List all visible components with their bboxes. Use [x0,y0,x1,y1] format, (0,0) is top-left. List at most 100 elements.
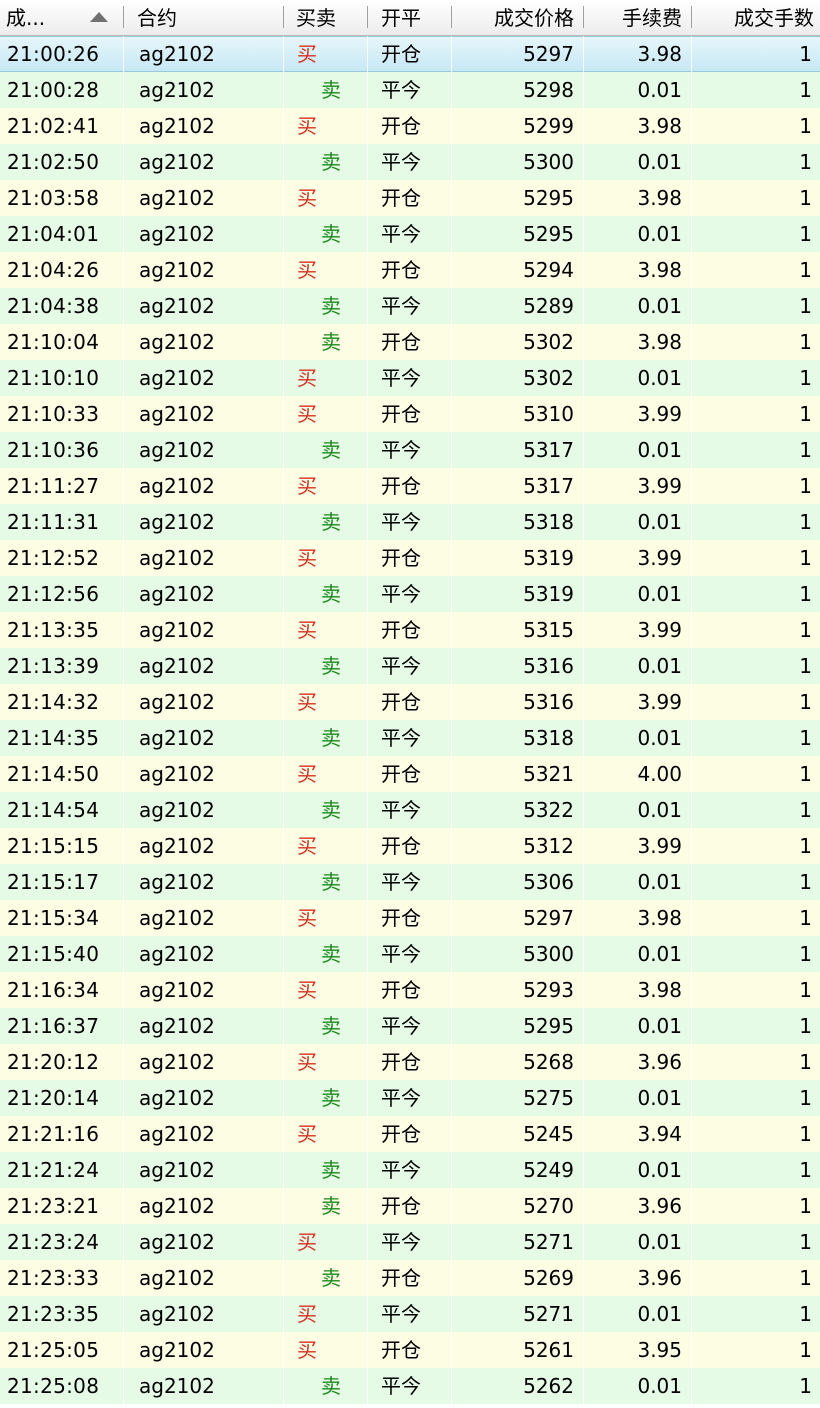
trade-records-grid: 成... 合约 买卖 开平 成交价格 手续费 成交手数 21:00:26 ag21… [0,0,820,1408]
cell-qty: 1 [799,1014,812,1038]
cell-price: 5318 [523,510,574,534]
cell-fee: 3.99 [637,402,682,426]
table-row[interactable]: 21:15:17 ag2102 卖 平今 5306 0.01 1 [0,864,820,900]
table-row[interactable]: 21:23:33 ag2102 卖 开仓 5269 3.96 1 [0,1260,820,1296]
header-price[interactable]: 成交价格 [452,0,584,35]
header-fee[interactable]: 手续费 [584,0,692,35]
table-row[interactable]: 21:15:40 ag2102 卖 平今 5300 0.01 1 [0,936,820,972]
table-row[interactable]: 21:25:05 ag2102 买 开仓 5261 3.95 1 [0,1332,820,1368]
cell-qty: 1 [799,438,812,462]
cell-price: 5300 [523,942,574,966]
cell-contract: ag2102 [139,330,215,354]
cell-qty: 1 [799,654,812,678]
table-row[interactable]: 21:21:16 ag2102 买 开仓 5245 3.94 1 [0,1116,820,1152]
cell-fee: 3.98 [637,330,682,354]
cell-contract: ag2102 [139,42,215,66]
cell-side: 买 [297,1338,317,1362]
cell-time: 21:15:40 [7,942,100,966]
table-row[interactable]: 21:04:01 ag2102 卖 平今 5295 0.01 1 [0,216,820,252]
table-row[interactable]: 21:10:04 ag2102 卖 开仓 5302 3.98 1 [0,324,820,360]
table-row[interactable]: 21:14:35 ag2102 卖 平今 5318 0.01 1 [0,720,820,756]
cell-time: 21:23:35 [7,1302,100,1326]
table-row[interactable]: 21:04:26 ag2102 买 开仓 5294 3.98 1 [0,252,820,288]
cell-contract: ag2102 [139,726,215,750]
table-row[interactable]: 21:10:36 ag2102 卖 平今 5317 0.01 1 [0,432,820,468]
table-row[interactable]: 21:04:38 ag2102 卖 平今 5289 0.01 1 [0,288,820,324]
cell-side: 卖 [321,510,341,534]
cell-side: 买 [297,618,317,642]
table-row[interactable]: 21:13:39 ag2102 卖 平今 5316 0.01 1 [0,648,820,684]
cell-price: 5289 [523,294,574,318]
cell-price: 5271 [523,1302,574,1326]
cell-fee: 3.94 [637,1122,682,1146]
table-row[interactable]: 21:00:28 ag2102 卖 平今 5298 0.01 1 [0,72,820,108]
cell-side: 卖 [321,1158,341,1182]
table-row[interactable]: 21:10:10 ag2102 买 平今 5302 0.01 1 [0,360,820,396]
table-row[interactable]: 21:00:26 ag2102 买 开仓 5297 3.98 1 [0,36,820,72]
cell-open-close: 平今 [381,1230,421,1254]
table-row[interactable]: 21:02:50 ag2102 卖 平今 5300 0.01 1 [0,144,820,180]
cell-qty: 1 [799,330,812,354]
table-row[interactable]: 21:23:21 ag2102 卖 开仓 5270 3.96 1 [0,1188,820,1224]
cell-open-close: 开仓 [381,546,421,570]
cell-price: 5299 [523,114,574,138]
cell-fee: 0.01 [637,1230,682,1254]
cell-contract: ag2102 [139,798,215,822]
table-row[interactable]: 21:16:34 ag2102 买 开仓 5293 3.98 1 [0,972,820,1008]
cell-contract: ag2102 [139,870,215,894]
cell-time: 21:10:04 [7,330,100,354]
header-qty[interactable]: 成交手数 [692,0,820,35]
cell-price: 5300 [523,150,574,174]
table-row[interactable]: 21:15:34 ag2102 买 开仓 5297 3.98 1 [0,900,820,936]
table-row[interactable]: 21:02:41 ag2102 买 开仓 5299 3.98 1 [0,108,820,144]
cell-side: 买 [297,366,317,390]
cell-time: 21:10:10 [7,366,100,390]
table-row[interactable]: 21:23:24 ag2102 买 平今 5271 0.01 1 [0,1224,820,1260]
table-row[interactable]: 21:14:32 ag2102 买 开仓 5316 3.99 1 [0,684,820,720]
table-row[interactable]: 21:20:14 ag2102 卖 平今 5275 0.01 1 [0,1080,820,1116]
cell-contract: ag2102 [139,1194,215,1218]
table-row[interactable]: 21:23:35 ag2102 买 平今 5271 0.01 1 [0,1296,820,1332]
header-open-close[interactable]: 开平 [368,0,452,35]
cell-contract: ag2102 [139,1230,215,1254]
cell-qty: 1 [799,1374,812,1398]
cell-contract: ag2102 [139,1014,215,1038]
cell-side: 买 [297,978,317,1002]
cell-open-close: 开仓 [381,1122,421,1146]
table-row[interactable]: 21:12:56 ag2102 卖 平今 5319 0.01 1 [0,576,820,612]
table-row[interactable]: 21:11:31 ag2102 卖 平今 5318 0.01 1 [0,504,820,540]
cell-open-close: 开仓 [381,402,421,426]
cell-time: 21:23:21 [7,1194,100,1218]
table-row[interactable]: 21:11:27 ag2102 买 开仓 5317 3.99 1 [0,468,820,504]
cell-side: 买 [297,690,317,714]
cell-fee: 0.01 [637,1086,682,1110]
table-row[interactable]: 21:25:08 ag2102 卖 平今 5262 0.01 1 [0,1368,820,1404]
cell-fee: 3.98 [637,906,682,930]
cell-qty: 1 [799,546,812,570]
table-row[interactable]: 21:10:33 ag2102 买 开仓 5310 3.99 1 [0,396,820,432]
cell-time: 21:10:36 [7,438,100,462]
cell-open-close: 开仓 [381,42,421,66]
cell-qty: 1 [799,1302,812,1326]
table-row[interactable]: 21:20:12 ag2102 买 开仓 5268 3.96 1 [0,1044,820,1080]
table-row[interactable]: 21:14:50 ag2102 买 开仓 5321 4.00 1 [0,756,820,792]
cell-price: 5312 [523,834,574,858]
header-contract[interactable]: 合约 [124,0,284,35]
header-time[interactable]: 成... [0,0,124,35]
table-row[interactable]: 21:16:37 ag2102 卖 平今 5295 0.01 1 [0,1008,820,1044]
table-row[interactable]: 21:21:24 ag2102 卖 平今 5249 0.01 1 [0,1152,820,1188]
cell-fee: 0.01 [637,870,682,894]
cell-price: 5302 [523,330,574,354]
cell-price: 5295 [523,186,574,210]
cell-side: 买 [297,1302,317,1326]
table-row[interactable]: 21:14:54 ag2102 卖 平今 5322 0.01 1 [0,792,820,828]
cell-fee: 0.01 [637,78,682,102]
table-row[interactable]: 21:15:15 ag2102 买 开仓 5312 3.99 1 [0,828,820,864]
table-row[interactable]: 21:12:52 ag2102 买 开仓 5319 3.99 1 [0,540,820,576]
header-side[interactable]: 买卖 [284,0,368,35]
table-row[interactable]: 21:13:35 ag2102 买 开仓 5315 3.99 1 [0,612,820,648]
cell-fee: 0.01 [637,222,682,246]
cell-open-close: 平今 [381,222,421,246]
table-row[interactable]: 21:03:58 ag2102 买 开仓 5295 3.98 1 [0,180,820,216]
cell-side: 卖 [321,1266,341,1290]
